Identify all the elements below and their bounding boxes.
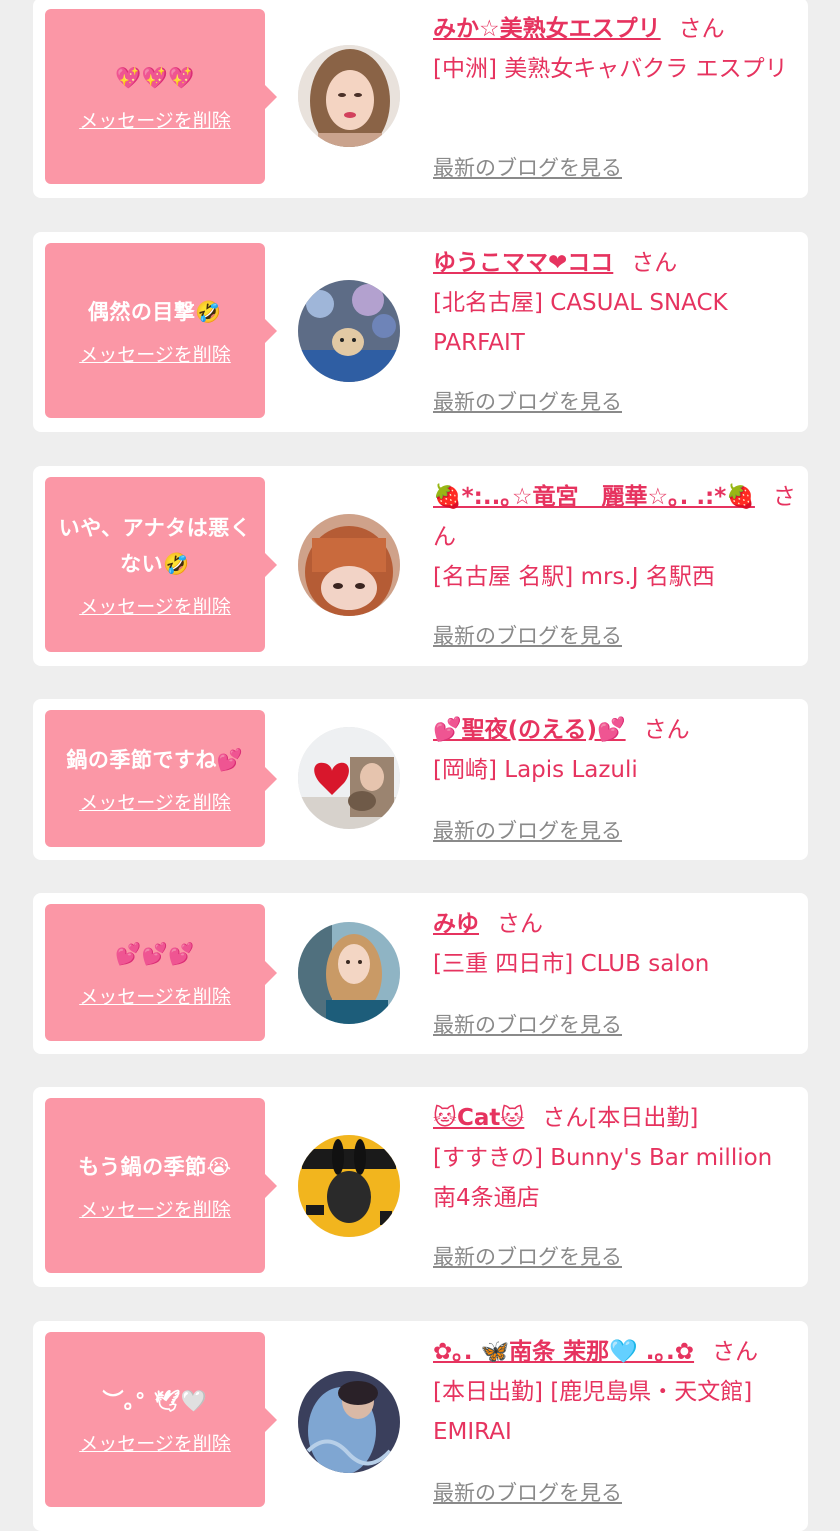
message-bubble: ︶｡° 🕊🤍 メッセージを削除 [45,1332,277,1507]
message-card: 偶然の目撃🤣 メッセージを削除 ゆうこママ❤ココ さん [北名古屋] CASUAL… [33,232,808,432]
latest-blog-link[interactable]: 最新のブログを見る [433,620,622,650]
message-bubble: 💕💕💕 メッセージを削除 [45,904,277,1041]
san-label: さん [542,1105,589,1131]
shop-info: [名古屋 名駅] mrs.J 名駅西 [433,564,715,590]
cast-name-link[interactable]: 🐱Cat🐱 [433,1105,524,1131]
shop-info: [三重 四日市] CLUB salon [433,951,710,977]
latest-blog-link[interactable]: 最新のブログを見る [433,1009,622,1039]
san-label: さん [631,250,678,276]
delete-message-link[interactable]: メッセージを削除 [79,982,231,1009]
shop-info: [北名古屋] CASUAL SNACK PARFAIT [433,290,728,356]
cast-name-link[interactable]: ✿｡. 🦋南条 茉那🩵 .｡.✿ [433,1339,694,1365]
message-text: 鍋の季節ですね💕 [66,748,244,772]
shop-info: [本日出勤] [鹿児島県・天文館] EMIRAI [433,1379,753,1445]
cast-info: ✿｡. 🦋南条 茉那🩵 .｡.✿ さん [本日出勤] [鹿児島県・天文館] EMI… [433,1332,798,1452]
message-bubble: 偶然の目撃🤣 メッセージを削除 [45,243,277,418]
cast-name-link[interactable]: 💕聖夜(のえる)💕 [433,717,626,743]
san-label: さん [712,1339,759,1365]
delete-message-link[interactable]: メッセージを削除 [79,592,231,619]
delete-message-link[interactable]: メッセージを削除 [79,340,231,367]
cast-info: みか☆美熟女エスプリ さん [中洲] 美熟女キャバクラ エスプリ [433,9,798,89]
avatar[interactable] [298,514,400,616]
message-card: ︶｡° 🕊🤍 メッセージを削除 ✿｡. 🦋南条 茉那🩵 .｡.✿ さん [本日出勤… [33,1321,808,1531]
san-label: さん [678,16,725,42]
name-suffix: [本日出勤] [588,1105,699,1131]
message-card: 鍋の季節ですね💕 メッセージを削除 💕聖夜(のえる)💕 さん [岡崎] Lapis… [33,699,808,860]
cast-name-link[interactable]: みか☆美熟女エスプリ [433,16,661,42]
delete-message-link[interactable]: メッセージを削除 [79,1429,231,1456]
delete-message-link[interactable]: メッセージを削除 [79,106,231,133]
avatar[interactable] [298,1371,400,1473]
message-bubble: いや、アナタは悪くない🤣 メッセージを削除 [45,477,277,652]
cast-info: 🍓*:..｡☆竜宮 麗華☆｡. .:*🍓 さん [名古屋 名駅] mrs.J 名駅… [433,477,798,597]
avatar[interactable] [298,922,400,1024]
message-text: いや、アナタは悪くない🤣 [58,516,252,576]
shop-info: [岡崎] Lapis Lazuli [433,757,638,783]
message-bubble: 鍋の季節ですね💕 メッセージを削除 [45,710,277,847]
latest-blog-link[interactable]: 最新のブログを見る [433,1241,622,1271]
cast-info: ゆうこママ❤ココ さん [北名古屋] CASUAL SNACK PARFAIT [433,243,798,363]
cast-name-link[interactable]: みゆ [433,911,479,937]
avatar[interactable] [298,45,400,147]
cast-info: みゆ さん [三重 四日市] CLUB salon [433,904,798,984]
message-text: 偶然の目撃🤣 [87,300,223,324]
message-card: 💕💕💕 メッセージを削除 みゆ さん [三重 四日市] CLUB salon 最新… [33,893,808,1054]
message-text: 💖💖💖 [115,66,195,90]
message-text: 💕💕💕 [115,942,195,966]
latest-blog-link[interactable]: 最新のブログを見る [433,152,622,182]
latest-blog-link[interactable]: 最新のブログを見る [433,815,622,845]
delete-message-link[interactable]: メッセージを削除 [79,1195,231,1222]
message-text: ︶｡° 🕊🤍 [102,1389,208,1413]
latest-blog-link[interactable]: 最新のブログを見る [433,386,622,416]
avatar[interactable] [298,1135,400,1237]
message-card: もう鍋の季節😭 メッセージを削除 🐱Cat🐱 さん[本日出勤] [すすきの] Bu… [33,1087,808,1287]
message-bubble: 💖💖💖 メッセージを削除 [45,9,277,184]
avatar[interactable] [298,727,400,829]
shop-info: [中洲] 美熟女キャバクラ エスプリ [433,56,788,82]
message-bubble: もう鍋の季節😭 メッセージを削除 [45,1098,277,1273]
avatar[interactable] [298,280,400,382]
message-card: 💖💖💖 メッセージを削除 みか☆美熟女エスプリ さん [中洲] 美熟女キャバクラ … [33,0,808,198]
cast-name-link[interactable]: ゆうこママ❤ココ [433,250,613,276]
cast-info: 🐱Cat🐱 さん[本日出勤] [すすきの] Bunny's Bar million… [433,1098,798,1218]
message-text: もう鍋の季節😭 [78,1155,232,1179]
san-label: さん [643,717,690,743]
cast-info: 💕聖夜(のえる)💕 さん [岡崎] Lapis Lazuli [433,710,798,790]
san-label: さん [497,911,543,937]
latest-blog-link[interactable]: 最新のブログを見る [433,1477,622,1507]
message-card: いや、アナタは悪くない🤣 メッセージを削除 🍓*:..｡☆竜宮 麗華☆｡. .:… [33,466,808,666]
shop-info: [すすきの] Bunny's Bar million 南4条通店 [433,1145,773,1211]
delete-message-link[interactable]: メッセージを削除 [79,788,231,815]
cast-name-link[interactable]: 🍓*:..｡☆竜宮 麗華☆｡. .:*🍓 [433,484,755,510]
